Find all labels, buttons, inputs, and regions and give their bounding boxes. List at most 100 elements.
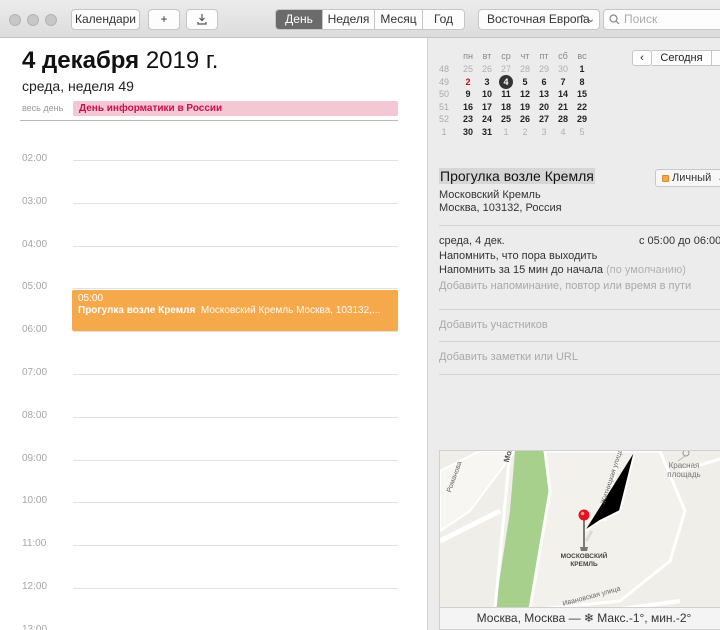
tab-month[interactable]: Месяц: [375, 10, 423, 29]
mini-calendar-day[interactable]: 5: [575, 126, 589, 138]
mini-calendar-day[interactable]: 29: [537, 63, 551, 75]
mini-calendar-day[interactable]: 27: [537, 113, 551, 125]
prev-month-button[interactable]: ‹: [632, 50, 652, 66]
hour-line: [73, 160, 398, 161]
download-button[interactable]: [186, 9, 218, 30]
tab-year[interactable]: Год: [423, 10, 464, 29]
mini-calendar-day[interactable]: 25: [461, 63, 475, 75]
mini-calendar-day[interactable]: 1: [499, 126, 513, 138]
hour-line: [73, 331, 398, 333]
event-time: 05:00: [78, 293, 104, 304]
day-title-year: 2019 г.: [145, 47, 219, 74]
hour-line: [73, 245, 398, 247]
hour-row: 11:00: [0, 538, 427, 549]
mini-calendar-day[interactable]: 27: [499, 63, 513, 75]
hour-label: 04:00: [22, 238, 48, 250]
hour-row: 12:00: [0, 581, 427, 592]
mini-calendar-day[interactable]: 7: [556, 76, 570, 88]
tab-day[interactable]: День: [276, 10, 323, 29]
close-window-button[interactable]: [9, 14, 21, 26]
mini-calendar-day[interactable]: 1: [575, 63, 589, 75]
reminder-default-note: (по умолчанию): [606, 264, 686, 276]
mini-calendar-day[interactable]: 30: [556, 63, 570, 75]
week-number: 52: [438, 114, 449, 124]
mini-calendar-day[interactable]: 22: [575, 101, 589, 113]
minimize-window-button[interactable]: [27, 14, 39, 26]
hour-row: 08:00: [0, 410, 427, 421]
event-location-field[interactable]: Московский Кремль Москва, 103132, Россия: [439, 189, 562, 215]
timezone-select[interactable]: Восточная Европа ⌃⌄: [478, 9, 600, 30]
hour-row: 06:00: [0, 324, 427, 335]
mini-calendar-day[interactable]: 21: [556, 101, 570, 113]
mini-calendar-day[interactable]: 15: [575, 88, 589, 100]
allday-event[interactable]: День информатики в России: [73, 101, 398, 116]
hour-line: [73, 502, 398, 504]
hour-label: 12:00: [22, 581, 48, 592]
add-reminder-field[interactable]: Добавить напоминание, повтор или время в…: [439, 280, 691, 292]
tab-week[interactable]: Неделя: [323, 10, 375, 29]
hour-label: 13:00: [22, 623, 48, 630]
mini-calendar-day[interactable]: 5: [518, 76, 532, 88]
mini-calendar-day[interactable]: 28: [556, 113, 570, 125]
hour-label: 11:00: [22, 538, 47, 550]
divider: [439, 374, 720, 375]
reminder-15min[interactable]: Напомнить за 15 мин до начала (по умолча…: [439, 264, 686, 276]
mini-calendar-day[interactable]: 13: [537, 88, 551, 100]
inspector-panel: пн вт ср чт пт сб вс 48 25 26 27 28 29 30 1 49 2 3 4 5 6 7 8 50…: [429, 38, 720, 630]
weekday-label: вт: [482, 51, 492, 61]
mini-calendar-day[interactable]: 10: [480, 88, 494, 100]
calendars-button[interactable]: Календари: [71, 9, 140, 30]
mini-calendar-day[interactable]: 2: [518, 126, 532, 138]
add-notes-field[interactable]: Добавить заметки или URL: [439, 351, 578, 363]
week-number: 48: [438, 64, 449, 74]
mini-calendar-day[interactable]: 16: [461, 101, 475, 113]
mini-calendar-day[interactable]: 14: [556, 88, 570, 100]
hour-label: 02:00: [22, 153, 48, 164]
allday-label: весь день: [22, 103, 64, 113]
event-time-range[interactable]: с 05:00 до 06:00: [639, 235, 720, 247]
calendar-popup[interactable]: Личный⌄: [655, 169, 720, 187]
add-invitees-field[interactable]: Добавить участников: [439, 319, 548, 331]
mini-calendar-day[interactable]: 28: [518, 63, 532, 75]
mini-calendar-day[interactable]: 8: [575, 76, 589, 88]
mini-calendar-day[interactable]: 11: [499, 88, 513, 100]
mini-calendar-day[interactable]: 20: [537, 101, 551, 113]
mini-calendar-day[interactable]: 19: [518, 101, 532, 113]
mini-calendar-day[interactable]: 31: [480, 126, 494, 138]
mini-calendar-day[interactable]: 26: [518, 113, 532, 125]
mini-calendar-day[interactable]: 24: [480, 113, 494, 125]
search-input[interactable]: Поиск: [603, 9, 720, 30]
mini-calendar-day[interactable]: 25: [499, 113, 513, 125]
add-event-button[interactable]: +: [148, 9, 180, 30]
weekday-label: чт: [520, 51, 530, 61]
timezone-value: Восточная Европа: [487, 12, 590, 26]
mini-calendar-day[interactable]: 23: [461, 113, 475, 125]
mini-calendar-day[interactable]: 17: [480, 101, 494, 113]
mini-calendar-day[interactable]: 3: [537, 126, 551, 138]
timed-event[interactable]: 05:00 Прогулка возле Кремля Московский К…: [72, 290, 398, 331]
mini-calendar-day[interactable]: 4: [556, 126, 570, 138]
event-title: Прогулка возле Кремля: [78, 305, 196, 316]
zoom-window-button[interactable]: [45, 14, 57, 26]
mini-calendar-selected-day[interactable]: 4: [499, 74, 513, 89]
mini-calendar-day[interactable]: 26: [480, 63, 494, 75]
location-map[interactable]: Красная площадь МОСКОВСКИЙ КРЕМЛЬ Мохова…: [439, 450, 720, 608]
event-title-field[interactable]: Прогулка возле Кремля: [439, 168, 595, 184]
mini-calendar-day[interactable]: 3: [480, 76, 494, 88]
mini-calendar-day[interactable]: 18: [499, 101, 513, 113]
next-month-button[interactable]: ›: [712, 50, 720, 66]
event-date[interactable]: среда, 4 дек.: [439, 235, 505, 247]
hour-label: 09:00: [22, 452, 48, 464]
mini-calendar-day[interactable]: 30: [461, 126, 475, 138]
hour-row: 04:00: [0, 239, 427, 250]
mini-calendar-day[interactable]: 2: [461, 76, 475, 88]
mini-calendar-day[interactable]: 29: [575, 113, 589, 125]
location-line-1: Московский Кремль: [439, 189, 541, 201]
mini-calendar-day[interactable]: 12: [518, 88, 532, 100]
hour-row: 07:00: [0, 367, 427, 378]
today-button[interactable]: Сегодня: [652, 50, 712, 66]
reminder-leave[interactable]: Напомнить, что пора выходить: [439, 250, 597, 262]
mini-calendar-day[interactable]: 6: [537, 76, 551, 88]
weather-forecast: Москва, Москва — ❄ Макс.-1°, мин.-2°: [439, 608, 720, 630]
mini-calendar-day[interactable]: 9: [461, 88, 475, 100]
